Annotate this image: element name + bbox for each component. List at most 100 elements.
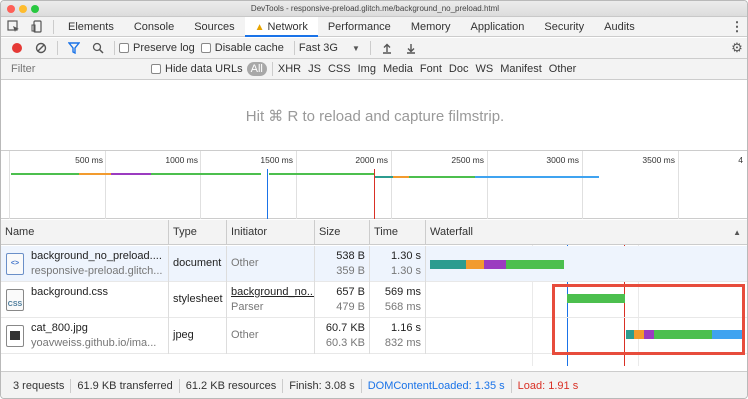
column-header-type[interactable]: Type (169, 220, 227, 245)
filter-type-css[interactable]: CSS (328, 63, 351, 75)
tab-performance[interactable]: Performance (318, 17, 401, 37)
request-name: background_no_preload.... (31, 250, 162, 262)
status-dom-content-loaded: DOMContentLoaded: 1.35 s (362, 379, 512, 393)
filter-input[interactable] (1, 58, 151, 80)
tab-network-label: Network (267, 20, 308, 33)
image-file-icon (6, 325, 24, 347)
throttle-select[interactable]: Fast 3G ▼ (299, 42, 360, 54)
filter-type-ws[interactable]: WS (475, 63, 493, 75)
export-har-icon[interactable] (399, 38, 423, 58)
overview-bar-css (269, 173, 375, 175)
checkbox-box[interactable] (119, 43, 129, 53)
request-type: stylesheet (173, 293, 223, 305)
initiator-cell: Other (227, 318, 315, 354)
clear-icon[interactable] (29, 38, 53, 58)
overview-left-edge (9, 151, 10, 219)
timeline-overview[interactable]: 500 ms 1000 ms 1500 ms 2000 ms 2500 ms 3… (1, 151, 747, 219)
filter-type-xhr[interactable]: XHR (278, 63, 301, 75)
record-icon[interactable] (5, 38, 29, 58)
overview-bar-image (393, 176, 409, 178)
filmstrip-message: Hit ⌘ R to reload and capture filmstrip. (245, 107, 505, 125)
column-header-initiator[interactable]: Initiator (227, 220, 315, 245)
preserve-log-checkbox[interactable]: Preserve log (119, 42, 195, 54)
filter-bar: Hide data URLs All XHR JS CSS Img Media … (1, 58, 747, 80)
size-cell: 657 B 479 B (315, 282, 370, 318)
overview-tick (296, 151, 297, 219)
overview-bar-image (375, 176, 393, 178)
overview-bar-document (111, 173, 151, 175)
request-time: 1.30 s (391, 250, 421, 262)
status-resources: 61.2 KB resources (180, 379, 284, 393)
tab-memory[interactable]: Memory (401, 17, 461, 37)
request-size: 538 B (336, 250, 365, 262)
filter-type-doc[interactable]: Doc (449, 63, 469, 75)
divider (57, 41, 58, 55)
request-resource-size: 359 B (336, 265, 365, 277)
type-cell: stylesheet (169, 282, 227, 318)
overview-tick-label: 2000 ms (355, 155, 388, 165)
divider (271, 62, 273, 76)
devtools-window: DevTools - responsive-preload.glitch.me/… (0, 0, 748, 399)
disable-cache-checkbox[interactable]: Disable cache (200, 42, 284, 54)
filter-type-media[interactable]: Media (383, 63, 413, 75)
status-load: Load: 1.91 s (517, 380, 579, 392)
divider (53, 19, 54, 34)
html-doc-icon: <> (6, 253, 24, 275)
overview-tick (678, 151, 679, 219)
filter-type-font[interactable]: Font (420, 63, 442, 75)
initiator-link[interactable]: background_no... (231, 286, 314, 298)
minimize-window-button[interactable] (19, 5, 27, 13)
column-header-name[interactable]: Name (1, 220, 169, 245)
overview-dcl-marker (267, 169, 268, 219)
tab-audits[interactable]: Audits (594, 17, 645, 37)
inspect-element-icon[interactable] (1, 17, 25, 37)
filter-type-all[interactable]: All (246, 62, 267, 76)
tab-elements[interactable]: Elements (58, 17, 124, 37)
request-resource-size: 60.3 KB (325, 337, 365, 349)
size-cell: 60.7 KB 60.3 KB (315, 318, 370, 354)
hide-data-urls-label: Hide data URLs (165, 63, 243, 75)
overview-tick-label: 3000 ms (546, 155, 579, 165)
import-har-icon[interactable] (375, 38, 399, 58)
filter-type-js[interactable]: JS (308, 63, 321, 75)
checkbox-box[interactable] (151, 64, 161, 74)
filter-type-other[interactable]: Other (549, 63, 577, 75)
request-latency: 1.30 s (391, 265, 421, 277)
window-title: DevTools - responsive-preload.glitch.me/… (250, 4, 500, 13)
request-initiator: Other (231, 257, 259, 269)
close-window-button[interactable] (7, 5, 15, 13)
filter-type-img[interactable]: Img (358, 63, 376, 75)
settings-gear-icon[interactable]: ⚙ (725, 38, 747, 58)
request-initiator: Other (231, 329, 259, 341)
tab-network[interactable]: ▲ Network (244, 16, 318, 37)
zoom-window-button[interactable] (31, 5, 39, 13)
overview-load-marker (374, 169, 375, 219)
search-icon[interactable] (86, 38, 110, 58)
column-header-time[interactable]: Time (370, 220, 426, 245)
hide-data-urls-checkbox[interactable]: Hide data URLs (151, 63, 243, 75)
tab-console[interactable]: Console (124, 17, 184, 37)
column-header-size[interactable]: Size (315, 220, 370, 245)
checkbox-box[interactable] (200, 43, 211, 53)
waterfall-waiting-bar (506, 260, 564, 269)
table-row[interactable]: <> background_no_preload.... responsive-… (1, 246, 747, 282)
network-toolbar: Preserve log Disable cache Fast 3G ▼ ⚙ (1, 38, 747, 59)
tab-sources[interactable]: Sources (184, 17, 244, 37)
column-header-waterfall[interactable]: Waterfall ▲ (426, 220, 747, 245)
device-toolbar-icon[interactable] (25, 17, 49, 37)
more-options-icon[interactable]: ⋮ (725, 17, 747, 37)
request-name: cat_800.jpg (31, 322, 88, 334)
tab-security[interactable]: Security (534, 17, 594, 37)
overview-bar-image (475, 176, 599, 178)
tab-application[interactable]: Application (461, 17, 535, 37)
css-file-icon: CSS (6, 289, 24, 311)
request-time: 569 ms (384, 286, 421, 298)
filter-type-manifest[interactable]: Manifest (500, 63, 542, 75)
request-initiator-type: Parser (231, 301, 264, 313)
waterfall-dns-bar (430, 260, 466, 269)
filter-icon[interactable] (62, 38, 86, 58)
status-bar: 3 requests 61.9 KB transferred 61.2 KB r… (1, 371, 747, 398)
request-type: jpeg (173, 329, 194, 341)
overview-tick (582, 151, 583, 219)
table-header: Name Type Initiator Size Time Waterfall ▲ (1, 220, 747, 245)
